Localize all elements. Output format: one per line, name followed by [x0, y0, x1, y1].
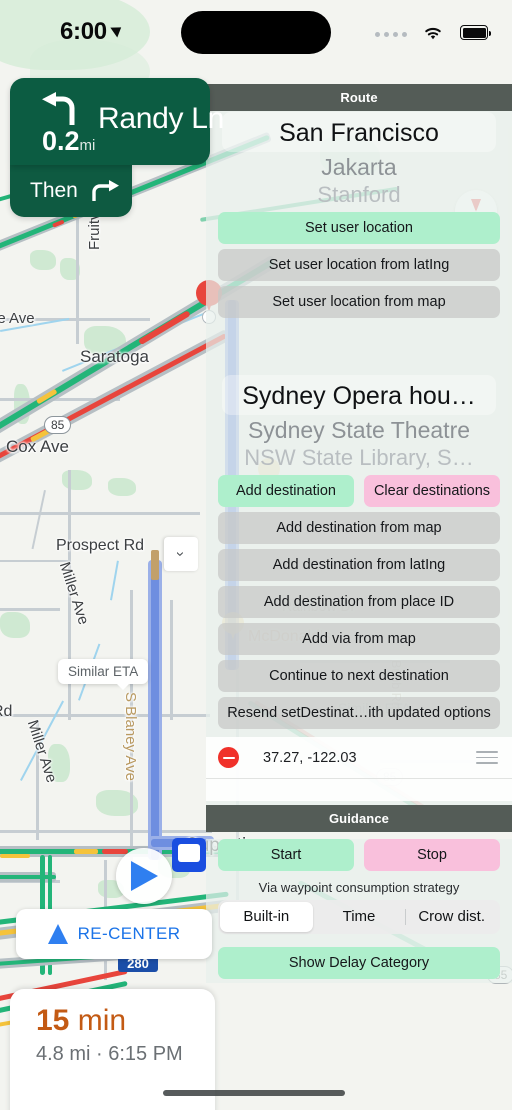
map-road	[0, 608, 60, 611]
waypoint-strategy-segmented-control[interactable]: Built-in Time Crow dist.	[218, 900, 500, 934]
show-delay-category-button[interactable]: Show Delay Category	[218, 947, 500, 979]
map-route-line	[151, 560, 159, 860]
map-traffic-red	[138, 310, 191, 346]
destination-picker[interactable]: Sydney Opera hou… Sydney State Theatre N…	[206, 374, 512, 470]
eta-duration-unit: min	[77, 1004, 127, 1037]
distance-value: 0.2	[42, 126, 80, 156]
waypoint-row[interactable]: 37.27, -122.03	[206, 737, 512, 779]
re-center-label: RE-CENTER	[77, 924, 181, 943]
turn-right-icon	[92, 180, 119, 201]
picker-option[interactable]: NSW State Library, S…	[206, 444, 512, 470]
waypoint-list-spacer	[206, 779, 512, 801]
map-label: S Blaney Ave	[122, 692, 139, 781]
route-section-body: San Francisco Jakarta Stanford Set user …	[206, 111, 512, 805]
route-shield-85: 85	[44, 416, 72, 434]
developer-control-panel[interactable]: Route San Francisco Jakarta Stanford Set…	[206, 84, 512, 1110]
map-road	[0, 830, 212, 833]
eta-duration-value: 15	[36, 1004, 70, 1037]
add-destination-from-map-button[interactable]: Add destination from map	[218, 512, 500, 544]
set-user-location-from-map-button[interactable]: Set user location from map	[218, 286, 500, 318]
map-park	[108, 478, 136, 496]
map-label: Saratoga	[80, 347, 149, 366]
segment-built-in[interactable]: Built-in	[220, 902, 313, 932]
set-user-location-from-latlng-button[interactable]: Set user location from latIng	[218, 249, 500, 281]
vehicle-heading-arrow-icon	[116, 848, 172, 904]
route-section-header: Route	[206, 84, 512, 111]
transit-marker-icon	[172, 838, 206, 872]
map-label: Miller Ave	[55, 560, 93, 627]
turn-left-icon	[42, 92, 88, 126]
continue-to-next-destination-button[interactable]: Continue to next destination	[218, 660, 500, 692]
map-traffic-yellow	[74, 849, 98, 854]
eta-duration: 15 min	[36, 1005, 215, 1037]
navigation-banner: 0.2mi Randy Ln Then	[10, 78, 224, 217]
segment-time[interactable]: Time	[313, 902, 406, 932]
waypoint-strategy-label: Via waypoint consumption strategy	[258, 880, 460, 895]
guidance-action-row: Start Stop	[218, 839, 500, 871]
destination-action-row: Add destination Clear destinations	[218, 475, 500, 507]
start-guidance-button[interactable]: Start	[218, 839, 354, 871]
guidance-section-body: Start Stop Via waypoint consumption stra…	[206, 839, 512, 983]
resend-set-destinations-button[interactable]: Resend setDestinat…ith updated options	[218, 697, 500, 729]
waypoint-coordinates: 37.27, -122.03	[263, 749, 357, 766]
map-road	[0, 714, 210, 717]
map-label: Rd	[0, 703, 13, 720]
picker-selected-option[interactable]: Sydney Opera hou…	[206, 376, 512, 414]
navigation-then-card: Then	[10, 165, 132, 217]
map-park	[62, 470, 92, 490]
picker-option[interactable]: Sydney State Theatre	[206, 414, 512, 444]
home-indicator[interactable]	[163, 1090, 345, 1096]
map-road	[31, 490, 46, 550]
picker-option[interactable]: Stanford	[206, 181, 512, 207]
phone-screen: Fruitv le Ave Saratoga Cox Ave Prospect …	[0, 0, 512, 1110]
picker-option[interactable]: Jakarta	[206, 151, 512, 181]
map-road	[0, 512, 200, 515]
clear-destinations-button[interactable]: Clear destinations	[364, 475, 500, 507]
map-traffic-yellow	[0, 854, 30, 858]
map-route-segment	[151, 550, 159, 580]
drag-handle-icon[interactable]	[476, 747, 498, 768]
add-destination-from-latlng-button[interactable]: Add destination from latIng	[218, 549, 500, 581]
similar-eta-bubble: Similar ETA	[58, 659, 149, 690]
remove-circle-icon[interactable]	[218, 747, 239, 768]
recenter-arrow-icon	[47, 924, 68, 944]
set-user-location-button[interactable]: Set user location	[218, 212, 500, 244]
add-via-from-map-button[interactable]: Add via from map	[218, 623, 500, 655]
eta-details: 4.8 mi · 6:15 PM	[36, 1042, 183, 1065]
map-stream	[110, 560, 119, 601]
map-label: le Ave	[0, 310, 35, 327]
segment-crow-dist[interactable]: Crow dist.	[405, 902, 498, 932]
map-road	[170, 600, 173, 720]
guidance-section-header: Guidance	[206, 805, 512, 832]
map-park	[0, 612, 30, 638]
map-park	[30, 250, 56, 270]
route-alternative-chevron-icon[interactable]: ›	[164, 537, 198, 571]
map-label: Prospect Rd	[56, 537, 145, 554]
user-location-picker[interactable]: San Francisco Jakarta Stanford	[206, 111, 512, 207]
stop-guidance-button[interactable]: Stop	[364, 839, 500, 871]
picker-selected-option[interactable]: San Francisco	[206, 113, 512, 151]
re-center-button[interactable]: RE-CENTER	[16, 909, 212, 959]
navigation-maneuver-card: 0.2mi Randy Ln	[10, 78, 224, 165]
maneuver-street-name: Randy Ln	[98, 102, 225, 135]
map-road	[0, 560, 70, 562]
map-traffic-red	[102, 849, 128, 854]
map-label: Cox Ave	[6, 437, 70, 456]
add-destination-button[interactable]: Add destination	[218, 475, 354, 507]
distance-unit: mi	[79, 137, 96, 154]
map-label: Fruitv	[86, 212, 103, 251]
then-label: Then	[30, 179, 78, 202]
add-destination-from-place-id-button[interactable]: Add destination from place ID	[218, 586, 500, 618]
